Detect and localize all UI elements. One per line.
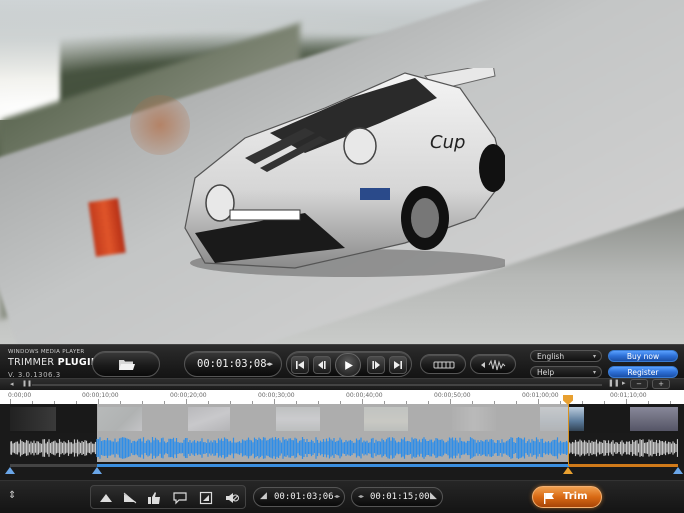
time-tick <box>32 401 33 404</box>
timeline-scroll-bar: ◂ ❚❚ ❚❚ ▸ − + <box>0 378 684 389</box>
edit-tools <box>90 485 246 509</box>
audio-waveform[interactable] <box>10 432 678 464</box>
playhead-line[interactable] <box>568 402 569 466</box>
zoom-out-button[interactable]: − <box>630 379 648 389</box>
step-back-icon <box>318 361 326 369</box>
bottom-toolbar: ⇕ ◢ 00:01:03;06 ◂▸ ◂▸ 00:01:15;00 ◣ Trim <box>0 480 684 513</box>
time-tick-label: 00:01;10;00 <box>610 392 647 399</box>
play-icon <box>344 360 353 370</box>
timeline: ◂ ❚❚ ❚❚ ▸ − + 0:00;00 00:00;10;00 00:00;20… <box>0 378 684 480</box>
thumbs-up-icon[interactable] <box>147 491 161 505</box>
skip-to-start-button[interactable] <box>291 356 309 374</box>
expand-icon[interactable]: ⇕ <box>8 490 16 501</box>
end-spinner-icon[interactable]: ◂▸ <box>358 493 364 500</box>
time-tick-label: 00:00;20;00 <box>170 392 207 399</box>
volume-button[interactable] <box>470 354 516 374</box>
time-tick <box>76 401 77 404</box>
zoom-in-button[interactable]: + <box>652 379 670 389</box>
time-ruler[interactable]: 0:00;00 00:00;10;00 00:00;20;00 00:00;30;00… <box>0 390 684 404</box>
thumbnail <box>630 407 678 431</box>
time-tick-label: 00:00;30;00 <box>258 392 295 399</box>
start-spinner-icon[interactable]: ◂▸ <box>334 493 340 500</box>
transport-controls <box>286 351 412 377</box>
trim-label: Trim <box>563 491 588 502</box>
open-file-button[interactable] <box>92 351 160 377</box>
help-menu[interactable]: Help ▾ <box>530 366 602 378</box>
timeline-scrollbar[interactable] <box>32 384 602 386</box>
time-tick-label: 00:00;40;00 <box>346 392 383 399</box>
selected-range-bar <box>97 464 569 467</box>
product-name-prefix: TRIMMER <box>8 357 58 368</box>
zoom-out-icon: − <box>636 380 642 388</box>
pause-marker-icon: ❚❚ <box>22 380 33 387</box>
step-forward-button[interactable] <box>367 356 385 374</box>
open-folder-icon <box>119 360 135 370</box>
time-tick <box>10 399 11 404</box>
time-tick-label: 0:00;00 <box>8 392 32 399</box>
scroll-left-icon[interactable]: ◂ <box>10 380 14 388</box>
race-car-image: Cup <box>184 68 505 277</box>
selection-end-marker[interactable] <box>563 467 573 474</box>
set-end-icon[interactable]: ◣ <box>430 491 437 501</box>
chevron-down-icon: ▾ <box>592 369 596 376</box>
fade-out-icon[interactable] <box>123 491 137 505</box>
time-tick <box>54 401 55 404</box>
product-small-label: WINDOWS MEDIA PLAYER <box>8 349 85 355</box>
step-back-button[interactable] <box>313 356 331 374</box>
trim-start-text: 00:01:03;06 <box>274 492 334 502</box>
time-tick <box>604 401 605 404</box>
volume-icon <box>481 359 506 371</box>
left-bound-marker[interactable] <box>5 467 15 474</box>
time-tick-label: 00:00;50;00 <box>434 392 471 399</box>
thumbnail <box>10 407 56 431</box>
crop-icon[interactable] <box>199 491 213 505</box>
branding: WINDOWS MEDIA PLAYER TRIMMER PLUGIN V. 3… <box>8 349 99 379</box>
language-select[interactable]: English ▾ <box>530 350 602 362</box>
scroll-right-icon[interactable]: ❚❚ ▸ <box>608 379 625 387</box>
video-frame: Cup <box>0 0 684 344</box>
time-tick <box>670 401 671 404</box>
trim-end-text: 00:01:15;00 <box>370 492 430 502</box>
trim-start-time[interactable]: ◢ 00:01:03;06 ◂▸ <box>253 487 345 507</box>
fade-in-icon[interactable] <box>99 491 113 505</box>
time-tick <box>582 401 583 404</box>
effects-icon <box>433 361 455 369</box>
step-forward-icon <box>372 361 380 369</box>
register-button[interactable]: Register <box>608 366 678 378</box>
play-button[interactable] <box>335 353 361 377</box>
time-spinner-icon[interactable]: ◂▸ <box>266 360 273 368</box>
product-name: TRIMMER PLUGIN <box>8 357 99 368</box>
skip-to-start-icon <box>296 361 304 369</box>
flag-icon <box>544 493 554 504</box>
right-bound-marker[interactable] <box>673 467 683 474</box>
zoom-in-icon: + <box>658 380 664 388</box>
mute-icon[interactable] <box>225 491 239 505</box>
current-time-text: 00:01:03;08 <box>197 358 267 370</box>
chevron-down-icon: ▾ <box>592 353 596 360</box>
skip-to-end-button[interactable] <box>389 356 407 374</box>
current-time-display[interactable]: 00:01:03;08 ◂▸ <box>184 351 282 377</box>
effects-button[interactable] <box>420 354 466 374</box>
trim-end-time[interactable]: ◂▸ 00:01:15;00 ◣ <box>351 487 443 507</box>
after-range-bar <box>569 464 678 467</box>
time-tick-label: 00:00;10;00 <box>82 392 119 399</box>
svg-text:Cup: Cup <box>430 132 465 153</box>
language-value: English <box>537 352 565 361</box>
time-tick-label: 00:01;00;00 <box>522 392 559 399</box>
comment-icon[interactable] <box>173 491 187 505</box>
buy-now-button[interactable]: Buy now <box>608 350 678 362</box>
trim-button[interactable]: Trim <box>532 486 602 508</box>
range-track <box>10 464 678 467</box>
set-start-icon[interactable]: ◢ <box>260 491 267 501</box>
time-tick <box>648 401 649 404</box>
selection-start-marker[interactable] <box>92 467 102 474</box>
help-label: Help <box>537 368 555 377</box>
skip-to-end-icon <box>394 361 402 369</box>
time-tick <box>626 399 627 404</box>
